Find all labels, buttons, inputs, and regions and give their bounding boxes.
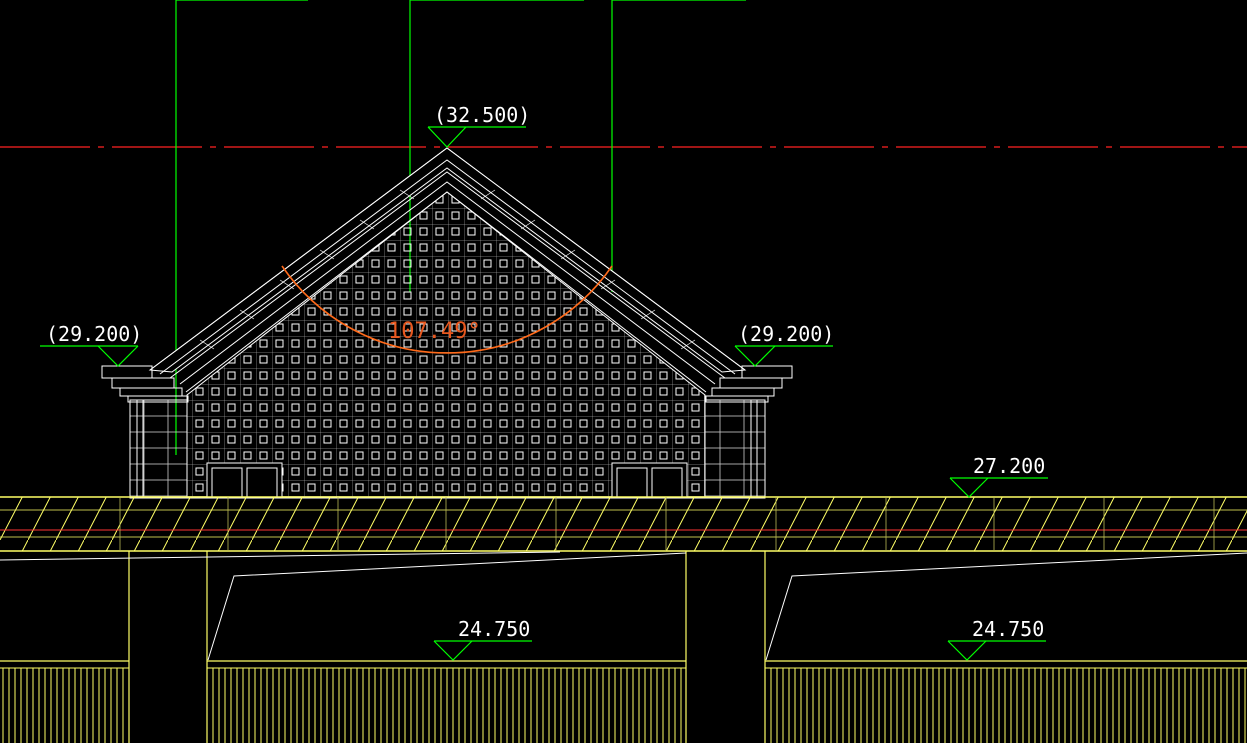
cad-drawing-canvas[interactable]: 107.49° (32.500) (29.200) (29.200) 27.20… (0, 0, 1247, 743)
railings (0, 660, 1247, 743)
elevation-label: (29.200) (738, 322, 834, 346)
elevation-marker-icon (427, 126, 526, 148)
elevation-marker-eave-right[interactable]: (29.200) (734, 322, 834, 367)
elevation-label: (29.200) (46, 322, 142, 346)
elevation-marker-icon (947, 640, 1046, 661)
elevation-marker-lower-right[interactable]: 24.750 (947, 617, 1046, 661)
elevation-marker-icon (949, 477, 1048, 498)
elevation-label: (32.500) (434, 103, 530, 127)
deck-slab (0, 496, 1247, 552)
elevation-marker-icon (734, 345, 833, 367)
lower-openings (0, 551, 1247, 661)
elevation-marker-lower-left[interactable]: 24.750 (433, 617, 532, 661)
elevation-marker-deck[interactable]: 27.200 (949, 454, 1048, 498)
elevation-marker-eave-left[interactable]: (29.200) (40, 322, 142, 367)
elevation-marker-ridge[interactable]: (32.500) (427, 103, 530, 148)
elevation-label: 24.750 (972, 617, 1044, 641)
gable-wall (186, 191, 706, 499)
elevation-label: 27.200 (973, 454, 1045, 478)
elevation-label: 24.750 (458, 617, 530, 641)
elevation-marker-icon (433, 640, 532, 661)
elevation-marker-icon (40, 345, 139, 367)
angle-dimension-text: 107.49° (388, 319, 481, 344)
